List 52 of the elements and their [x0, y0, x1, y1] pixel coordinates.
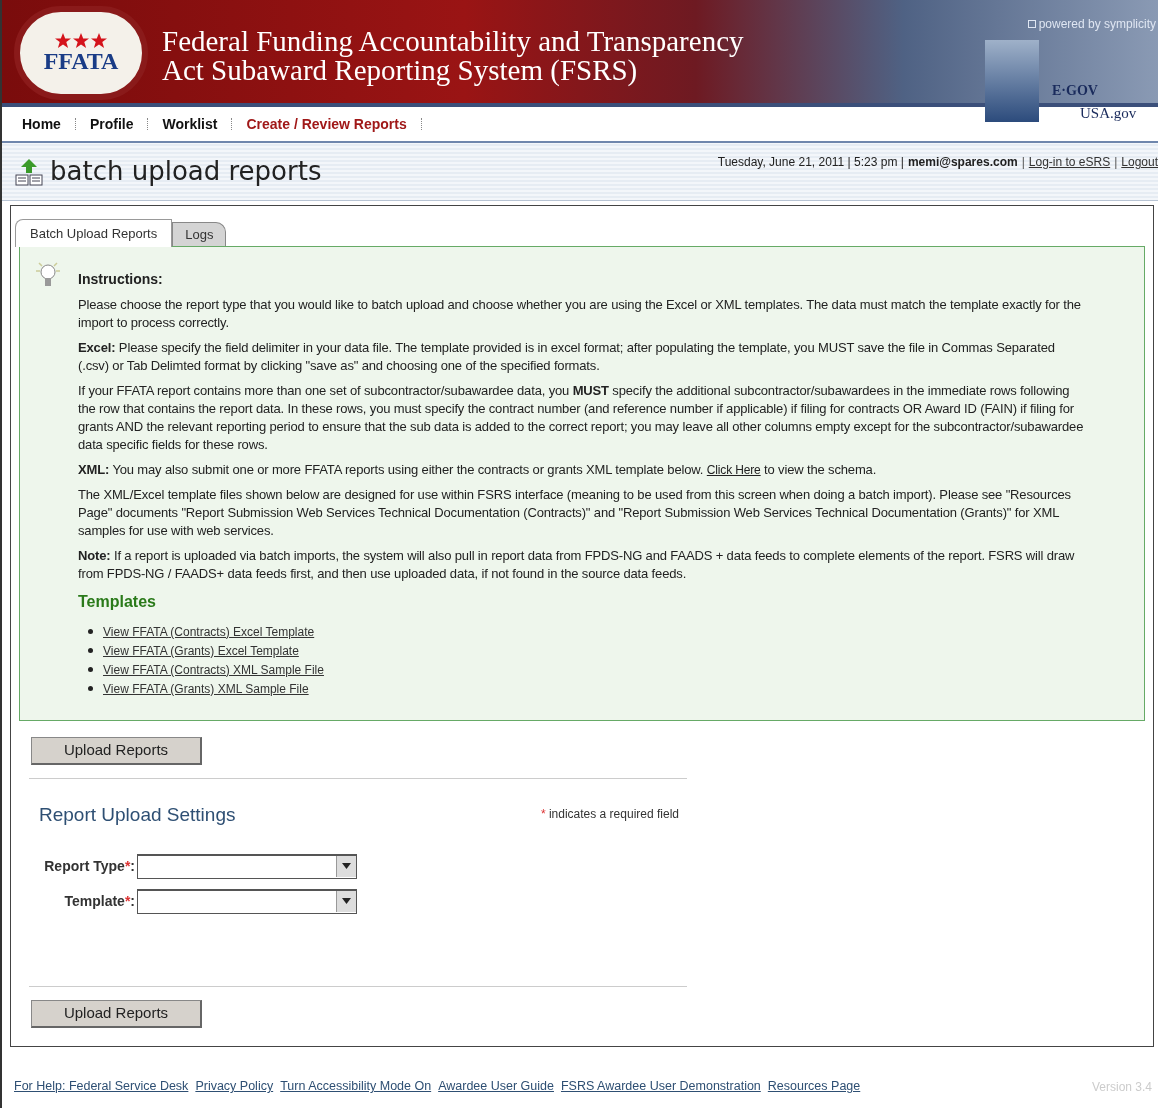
separator: |	[1114, 154, 1118, 171]
footer-link[interactable]: Turn Accessibility Mode On	[280, 1077, 432, 1096]
usagov-logo: USA.gov	[1080, 104, 1137, 123]
template-link[interactable]: View FFATA (Contracts) Excel Template	[103, 622, 315, 641]
date-time: Tuesday, June 21, 2011 | 5:23 pm |	[717, 154, 904, 171]
footer-link[interactable]: FSRS Awardee User Demonstration	[560, 1077, 761, 1096]
instruction-paragraph: Please choose the report type that you would like to batch upload and choose whether you are using the Excel or XML templates. The data must match the template exactly for the import to process correctly.	[78, 296, 1082, 332]
footer-link[interactable]: For Help: Federal Service Desk	[14, 1077, 189, 1096]
instruction-paragraph: Excel: Please specify the field delimiter in your data file. The template provided is in excel format; after populating the template, you MUST save the file in Commas Separated (.csv) or Tab Delimted format by clicking "save as" and choosing one of the specified formats.	[78, 339, 1056, 375]
schema-link[interactable]: Click Here	[706, 463, 761, 477]
footer-link[interactable]: Resources Page	[767, 1077, 861, 1096]
instruction-paragraph: If your FFATA report contains more than one set of subcontractor/subawardee data, you MUST specify the additional subcontractor/subawardees in the immediate rows following the row that contains the report data. In these rows, you must specify the contract number (and reference number if applicable) if filing for contracts OR Award ID (FAIN) if filing for grants AND the relevant reporting period to ensure that the sub data is added to the correct report; you may leave all other columns empty except for the subcontractor/subawardee data specific fields for these rows.	[78, 382, 1085, 454]
template-link[interactable]: View FFATA (Grants) Excel Template	[103, 641, 299, 660]
footer-link[interactable]: Privacy Policy	[195, 1077, 274, 1096]
required-note: * indicates a required field	[540, 806, 679, 823]
seal-text: FFATA	[43, 49, 119, 73]
field-label: Template*:	[63, 891, 136, 911]
bullet-icon	[88, 686, 93, 691]
header-link[interactable]: Log-in to eSRS	[1028, 153, 1111, 171]
egov-logo: E·GOV	[1052, 82, 1098, 100]
instruction-paragraph: The XML/Excel template files shown below are designed for use within FSRS interface (meaning to be used from this screen when doing a batch import). Please see "Resources Page" documents "Report Submission Web Services Technical Documentation (Contracts)" and "Report Submission Web Services Technical Documentation (Grants)" for XML samples for use with web services.	[78, 486, 1072, 540]
instruction-paragraph: Note: If a report is uploaded via batch imports, the system will also pull in report data from FPDS-NG and FAADS + data feeds to complete elements of the report. FSRS will draw from FPDS-NG / FAADS+ data feeds first, and then use uploaded data, if not found in the source data feeds.	[78, 547, 1076, 583]
upload-icon	[14, 156, 44, 187]
user-email: memi@spares.com	[907, 154, 1018, 171]
settings-title: Report Upload Settings	[39, 803, 236, 827]
template-link[interactable]: View FFATA (Contracts) XML Sample File	[103, 660, 324, 679]
header-link[interactable]: Logout	[1121, 153, 1158, 171]
bullet-icon	[88, 667, 93, 672]
square-icon	[1027, 20, 1036, 28]
site-title: Act Subaward Reporting System (FSRS)	[162, 56, 638, 85]
instructions-heading: Instructions:	[78, 270, 164, 289]
tab[interactable]: Logs	[172, 222, 227, 246]
template-link[interactable]: View FFATA (Grants) XML Sample File	[103, 679, 309, 698]
nav-link[interactable]: Create / Review Reports	[246, 113, 407, 135]
powered-by-text: powered by symplicity	[1038, 16, 1156, 33]
nav-link[interactable]: Worklist	[162, 113, 218, 135]
nav-link[interactable]: Profile	[89, 113, 134, 135]
upload-button[interactable]: Upload Reports	[31, 737, 202, 765]
site-title: Federal Funding Accountability and Transparency	[162, 27, 744, 56]
page-title: batch upload reports	[50, 155, 322, 188]
bullet-icon	[88, 629, 93, 634]
nav-link[interactable]: Home	[22, 113, 61, 135]
footer-link[interactable]: Awardee User Guide	[438, 1077, 554, 1096]
bullet-icon	[88, 648, 93, 653]
instruction-paragraph: XML: You may also submit one or more FFATA reports using either the contracts or grants XML template below. Click Here to view the schema.	[78, 461, 878, 479]
tab[interactable]: Batch Upload Reports	[15, 219, 173, 247]
field-label: Report Type*:	[43, 856, 136, 876]
separator: |	[1021, 154, 1025, 171]
templates-heading: Templates	[78, 592, 157, 612]
select-field[interactable]	[137, 853, 357, 879]
upload-button[interactable]: Upload Reports	[31, 999, 202, 1028]
select-field[interactable]	[137, 888, 357, 914]
